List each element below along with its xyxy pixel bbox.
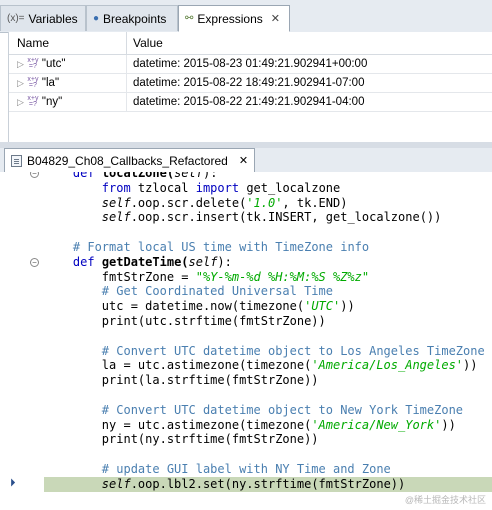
code-line[interactable]: ny = utc.astimezone(timezone('America/Ne…	[44, 418, 492, 433]
code-line[interactable]: utc = datetime.now(timezone('UTC'))	[44, 299, 492, 314]
expand-icon[interactable]: ▷	[17, 59, 24, 70]
expression-name: "ny"	[41, 96, 63, 108]
editor-gutter[interactable]: − − ⏵	[0, 172, 42, 510]
code-line[interactable]: self.oop.scr.insert(tk.INSERT, get_local…	[44, 210, 492, 225]
watermark: @稀土掘金技术社区	[404, 495, 486, 505]
code-line[interactable]: fmtStrZone = "%Y-%m-%d %H:%M:%S %Z%z"	[44, 270, 492, 285]
code-line[interactable]: # update GUI label with NY Time and Zone	[44, 462, 492, 477]
code-line[interactable]: print(ny.strftime(fmtStrZone))	[44, 432, 492, 447]
expand-icon[interactable]: ▷	[17, 78, 24, 89]
code-line[interactable]	[44, 225, 492, 240]
fold-toggle-icon[interactable]: −	[30, 172, 39, 178]
code-line[interactable]: # Convert UTC datetime object to New Yor…	[44, 403, 492, 418]
code-line[interactable]: self.oop.lbl2.set(ny.strftime(fmtStrZone…	[44, 476, 492, 492]
expand-icon[interactable]: ▷	[17, 97, 24, 108]
python-file-icon	[11, 154, 22, 167]
tab-variables[interactable]: (x)= Variables	[0, 5, 86, 31]
breakpoints-icon: ●	[93, 13, 100, 24]
tab-variables-label: Variables	[28, 11, 78, 26]
code-line[interactable]: # Format local US time with TimeZone inf…	[44, 240, 492, 255]
code-line[interactable]: print(la.strftime(fmtStrZone))	[44, 373, 492, 388]
tab-expressions[interactable]: ⚯ Expressions ✕	[178, 5, 290, 32]
close-icon[interactable]: ✕	[271, 12, 280, 25]
expression-row[interactable]: ▷ x+y =? "utc" datetime: 2015-08-23 01:49…	[9, 55, 492, 74]
code-line[interactable]: la = utc.astimezone(timezone('America/Lo…	[44, 358, 492, 373]
expression-value: datetime: 2015-08-22 18:49:21.902941-07:…	[133, 77, 365, 89]
expression-name: "la"	[41, 77, 60, 89]
expression-name: "utc"	[41, 58, 66, 70]
column-header-value[interactable]: Value	[127, 32, 163, 54]
code-line[interactable]: # Get Coordinated Universal Time	[44, 284, 492, 299]
code-line[interactable]: self.oop.scr.delete('1.0', tk.END)	[44, 196, 492, 211]
tab-breakpoints[interactable]: ● Breakpoints	[86, 5, 178, 31]
expressions-panel: Name Value ▷ x+y =? "utc" datetime: 2015-…	[8, 32, 492, 142]
watch-expression-icon: x+y =?	[27, 76, 39, 89]
code-line[interactable]: print(utc.strftime(fmtStrZone))	[44, 314, 492, 329]
editor-file-name: B04829_Ch08_Callbacks_Refactored	[27, 153, 228, 168]
code-line[interactable]	[44, 329, 492, 344]
tab-expressions-label: Expressions	[197, 11, 263, 26]
code-editor[interactable]: − − ⏵ def localZone(self): from tzlocal im…	[0, 172, 492, 510]
expressions-header: Name Value	[9, 32, 492, 55]
editor-tabbar: B04829_Ch08_Callbacks_Refactored ✕	[0, 148, 492, 173]
expression-value: datetime: 2015-08-22 21:49:21.902941-04:…	[133, 96, 365, 108]
column-header-name[interactable]: Name	[9, 32, 127, 54]
code-line[interactable]: def getDateTime(self):	[44, 255, 492, 270]
watch-expression-icon: x+y =?	[27, 95, 39, 108]
debug-view-tabbar: (x)= Variables ● Breakpoints ⚯ Expressio…	[0, 0, 492, 33]
code-area[interactable]: def localZone(self): from tzlocal import…	[44, 172, 492, 492]
debug-current-line-icon: ⏵	[10, 476, 16, 489]
tab-breakpoints-label: Breakpoints	[103, 11, 167, 26]
code-line[interactable]: from tzlocal import get_localzone	[44, 181, 492, 196]
code-line[interactable]	[44, 388, 492, 403]
close-icon[interactable]: ✕	[239, 154, 248, 167]
editor-file-tab[interactable]: B04829_Ch08_Callbacks_Refactored ✕	[4, 148, 256, 172]
expressions-icon: ⚯	[185, 13, 194, 24]
code-line[interactable]: # Convert UTC datetime object to Los Ang…	[44, 344, 492, 359]
expression-row[interactable]: ▷ x+y =? "ny" datetime: 2015-08-22 21:49:…	[9, 93, 492, 112]
expression-row[interactable]: ▷ x+y =? "la" datetime: 2015-08-22 18:49:…	[9, 74, 492, 93]
variables-icon: (x)=	[7, 13, 25, 24]
fold-toggle-icon[interactable]: −	[30, 257, 39, 267]
expression-value: datetime: 2015-08-23 01:49:21.902941+00:…	[133, 58, 368, 70]
watch-expression-icon: x+y =?	[27, 57, 39, 70]
code-line[interactable]: def localZone(self):	[44, 172, 492, 181]
code-line[interactable]	[44, 447, 492, 462]
